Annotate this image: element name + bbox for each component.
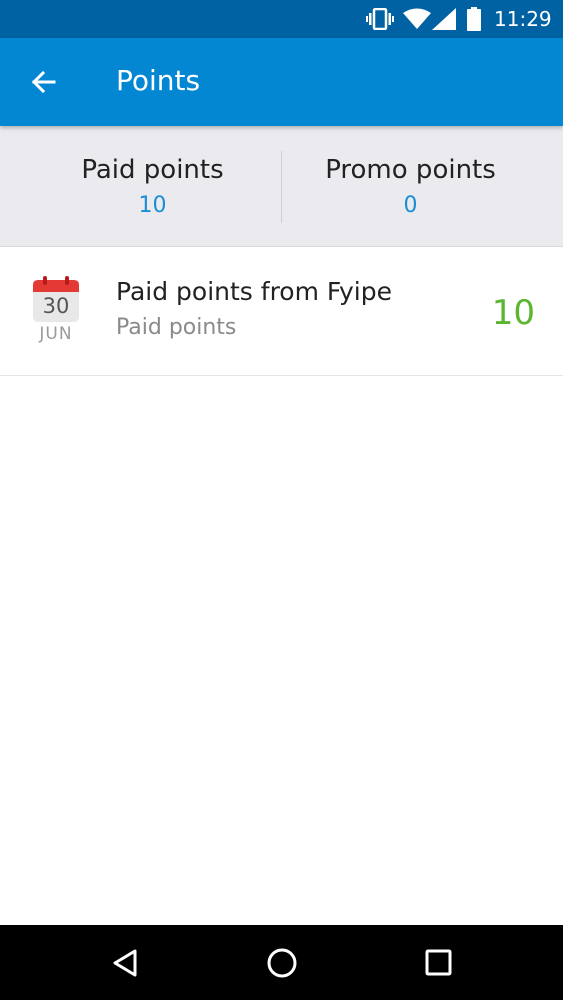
promo-points-value: 0 [403, 193, 418, 218]
vibrate-icon [366, 7, 394, 34]
nav-back-button[interactable] [106, 945, 146, 981]
transaction-subtitle: Paid points [116, 315, 237, 340]
arrow-back-icon [31, 70, 56, 94]
status-bar: 11:29 [0, 0, 563, 38]
app-bar: Points [0, 38, 563, 126]
paid-points-label: Paid points [81, 155, 224, 185]
list-item[interactable]: 30 JUN Paid points from Fyipe Paid point… [0, 248, 563, 376]
transaction-amount: 10 [491, 293, 535, 333]
signal-icon [432, 8, 456, 34]
promo-points-label: Promo points [325, 155, 496, 185]
nav-recents-button[interactable] [418, 945, 458, 981]
status-time: 11:29 [494, 7, 552, 31]
nav-home-button[interactable] [262, 945, 302, 981]
paid-points-summary: Paid points 10 [12, 126, 293, 247]
page-title: Points [116, 64, 201, 97]
paid-points-value: 10 [138, 193, 167, 218]
wifi-icon [403, 8, 431, 34]
transaction-title: Paid points from Fyipe [116, 277, 392, 306]
promo-points-summary: Promo points 0 [270, 126, 551, 247]
calendar-day: 30 [42, 294, 70, 318]
battery-icon [467, 7, 481, 35]
back-triangle-icon [113, 949, 137, 977]
home-circle-icon [267, 948, 297, 978]
back-button[interactable] [24, 64, 64, 100]
system-nav-bar [0, 925, 563, 1000]
points-summary: Paid points 10 Promo points 0 [0, 126, 563, 247]
recents-square-icon [425, 949, 452, 976]
calendar-month: JUN [39, 324, 73, 344]
